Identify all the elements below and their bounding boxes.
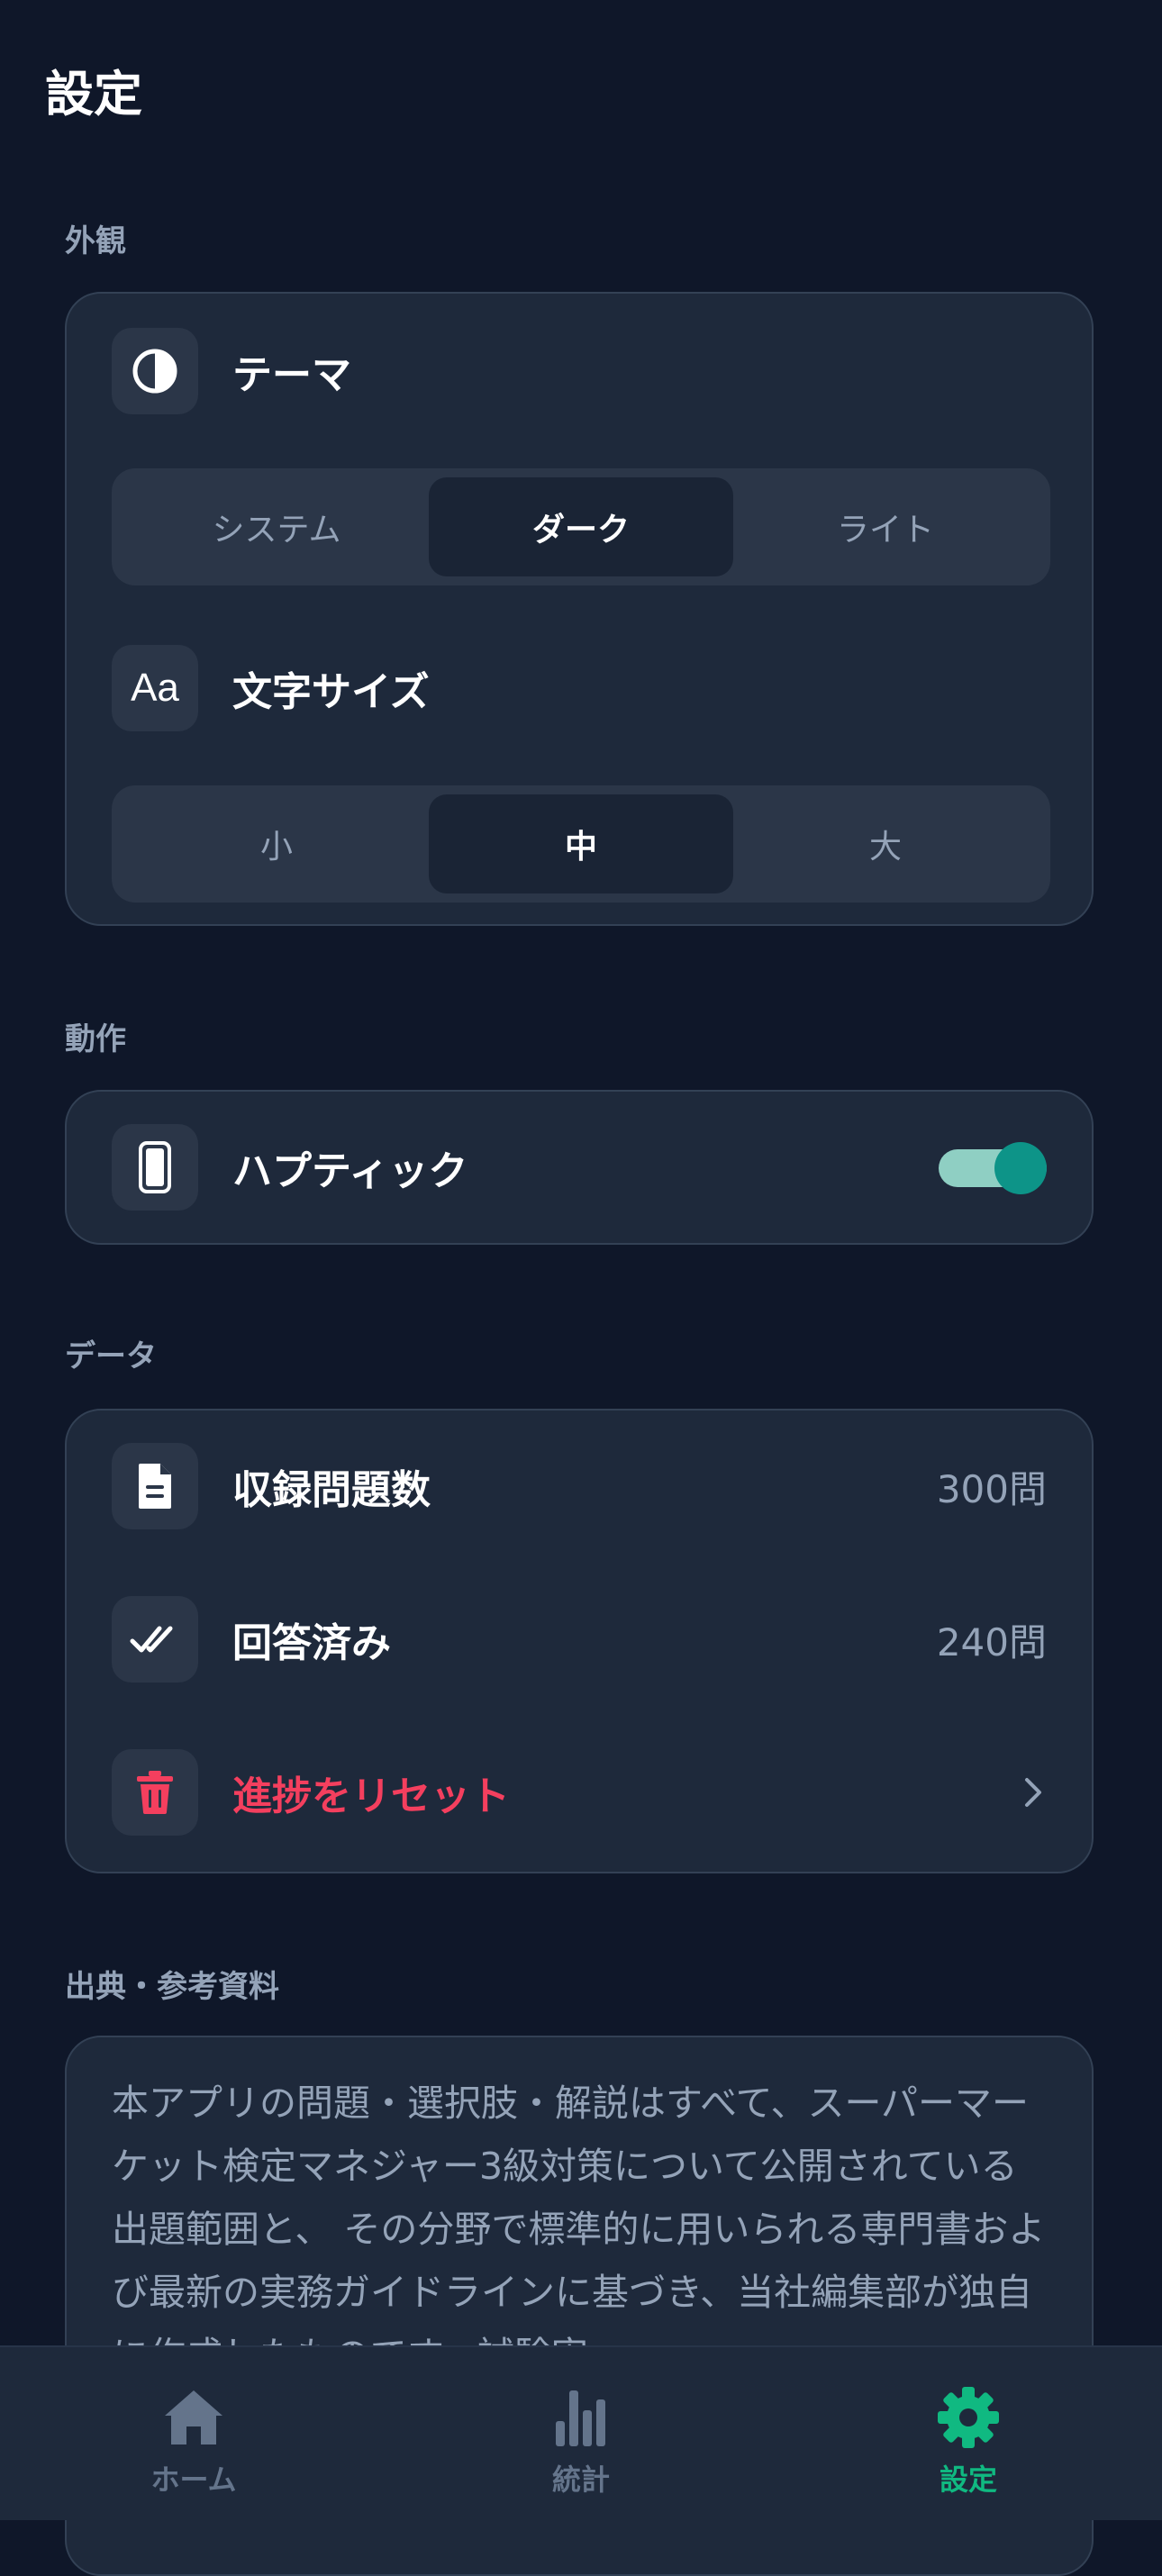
text-size-label: 文字サイズ [232,669,430,715]
tab-home-label: ホーム [150,2463,237,2497]
phone-icon [112,1124,198,1211]
answered-row: 回答済み 240問 [112,1596,1047,1683]
theme-segmented-control: システム ダーク ライト [112,468,1050,585]
question-count-label: 収録問題数 [232,1467,431,1513]
haptics-toggle[interactable] [939,1142,1047,1194]
text-size-option-medium[interactable]: 中 [429,794,733,893]
haptics-label: ハプティック [232,1148,468,1194]
text-size-icon: Aa [112,645,198,731]
reset-progress-label: 進捗をリセット [232,1773,510,1819]
text-size-segmented-control: 小 中 大 [112,785,1050,903]
page-title: 設定 [45,66,142,122]
tab-home[interactable]: ホーム [104,2347,284,2520]
home-icon [161,2385,226,2450]
question-count-value: 300問 [936,1466,1047,1511]
double-check-icon [112,1596,198,1683]
sources-text: 本アプリの問題・選択肢・解説はすべて、スーパーマーケット検定マネジャー3級対策に… [112,2082,1046,2377]
answered-value: 240問 [936,1619,1047,1664]
theme-option-system[interactable]: システム [124,477,429,576]
tab-bar: ホーム 統計 設定 [0,2345,1162,2520]
chevron-right-icon [1020,1776,1047,1809]
gear-icon [936,2385,1001,2450]
question-count-row: 収録問題数 300問 [112,1443,1047,1529]
theme-contrast-icon [112,328,198,414]
answered-label: 回答済み [232,1620,391,1666]
section-label-data: データ [65,1338,157,1374]
data-card: 収録問題数 300問 回答済み 240問 進捗をリセット [65,1409,1094,1873]
theme-label: テーマ [232,352,351,398]
tab-stats[interactable]: 統計 [491,2347,671,2520]
theme-option-dark[interactable]: ダーク [429,477,733,576]
haptics-row: ハプティック [112,1124,1047,1211]
theme-option-light[interactable]: ライト [733,477,1038,576]
theme-row: テーマ [112,328,1047,414]
tab-settings-label: 設定 [939,2463,997,2497]
tab-stats-label: 統計 [551,2463,610,2497]
bar-chart-icon [549,2385,613,2450]
document-icon [112,1443,198,1529]
appearance-card: テーマ システム ダーク ライト Aa 文字サイズ 小 中 大 [65,292,1094,926]
section-label-appearance: 外観 [65,223,126,259]
section-label-behavior: 動作 [65,1021,126,1057]
trash-icon [112,1749,198,1836]
haptics-toggle-knob [994,1142,1047,1194]
reset-progress-row[interactable]: 進捗をリセット [112,1749,1047,1836]
behavior-card: ハプティック [65,1090,1094,1245]
text-size-row: Aa 文字サイズ [112,645,1047,731]
text-size-option-large[interactable]: 大 [733,794,1038,893]
section-label-sources: 出典・参考資料 [65,1969,279,2005]
tab-settings[interactable]: 設定 [878,2347,1058,2520]
text-size-option-small[interactable]: 小 [124,794,429,893]
